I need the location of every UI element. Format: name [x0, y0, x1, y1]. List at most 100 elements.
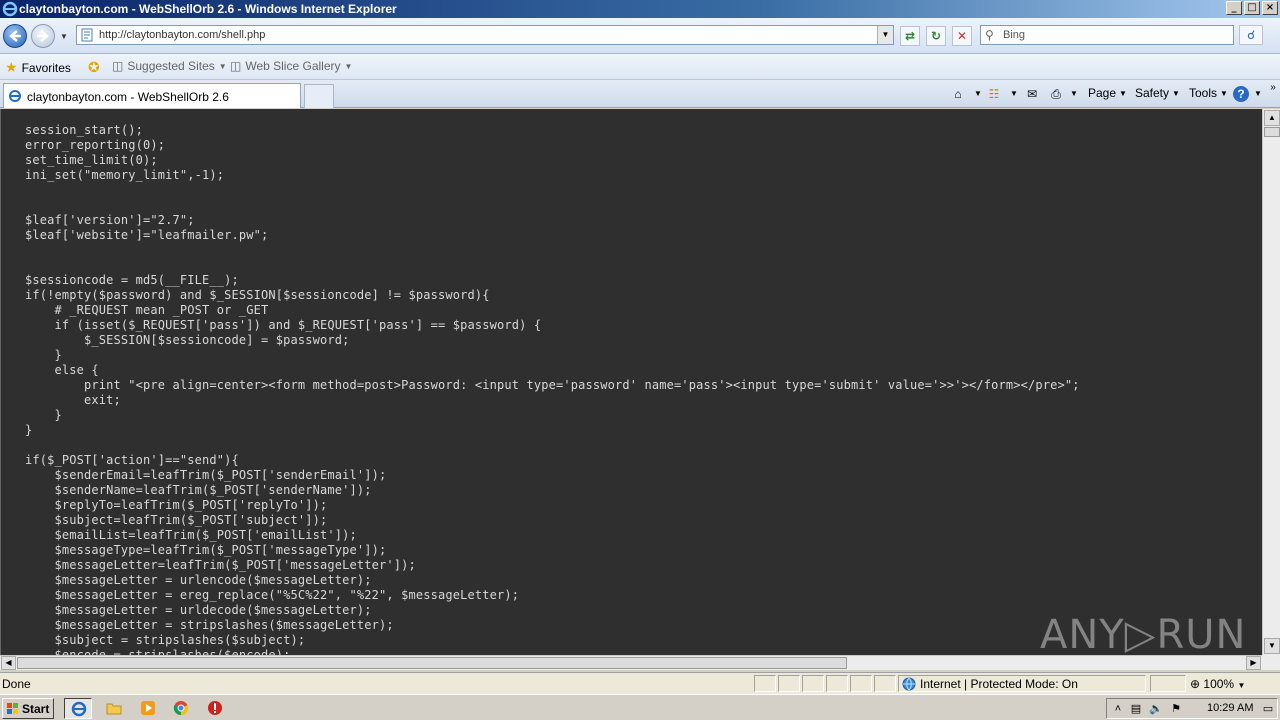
tab-active[interactable]: claytonbayton.com - WebShellOrb 2.6 [3, 83, 301, 108]
page-icon: ◫ [230, 59, 242, 73]
new-tab-button[interactable] [304, 84, 334, 108]
code-line: $messageType=leafTrim($_POST['messageTyp… [25, 543, 387, 557]
code-line: # _REQUEST mean _POST or _GET [25, 303, 269, 317]
web-slice-gallery-label: Web Slice Gallery [245, 59, 341, 73]
rss-feed-icon[interactable]: ☷ [986, 86, 1002, 102]
chevron-down-icon[interactable]: ▼ [1006, 86, 1022, 102]
security-zone[interactable]: Internet | Protected Mode: On [898, 675, 1146, 692]
home-icon[interactable]: ⌂ [950, 86, 966, 102]
tools-menu-label: Tools [1189, 86, 1218, 100]
recent-pages-dropdown-icon[interactable]: ▼ [60, 32, 70, 42]
taskbar-ie-button[interactable] [64, 698, 92, 719]
help-icon[interactable]: ? [1233, 86, 1249, 102]
security-zone-label: Internet | Protected Mode: On [920, 677, 1078, 691]
code-line: if(!empty($password) and $_SESSION[$sess… [25, 288, 490, 302]
read-mail-icon[interactable]: ✉ [1024, 86, 1040, 102]
minimize-button[interactable]: _ [1226, 1, 1242, 15]
tools-menu[interactable]: Tools ▼ [1189, 86, 1228, 100]
horizontal-scroll-thumb[interactable] [17, 657, 847, 669]
windows-logo-icon [7, 703, 18, 714]
chrome-icon [173, 701, 189, 716]
code-line: $subject = stripslashes($subject); [25, 633, 306, 647]
taskbar: Start ˄ ▤ 🔈 ⚑ 10:29 AM ▭ [0, 694, 1280, 720]
print-icon[interactable]: ⎙ [1048, 86, 1064, 102]
bing-search-icon: ⚲ [985, 28, 994, 42]
address-dropdown-icon[interactable]: ▼ [877, 26, 893, 44]
code-line: if($_POST['action']=="send"){ [25, 453, 239, 467]
scroll-down-icon[interactable]: ▼ [1264, 638, 1280, 654]
forward-button[interactable] [31, 24, 55, 48]
code-line: $sessioncode = md5(__FILE__); [25, 273, 239, 287]
zoom-level[interactable]: ⊕ 100% ▼ [1190, 677, 1245, 691]
compatibility-view-icon[interactable]: ⇄ [900, 26, 920, 46]
stop-icon[interactable]: ✕ [952, 26, 972, 46]
web-slice-gallery-button[interactable]: ◫ Web Slice Gallery ▼ [230, 59, 352, 73]
address-row: ▼ http://claytonbayton.com/shell.php ▼ ⇄… [0, 18, 1280, 54]
refresh-icon[interactable]: ↻ [926, 26, 946, 46]
code-line: if (isset($_REQUEST['pass']) and $_REQUE… [25, 318, 542, 332]
safety-menu-label: Safety [1135, 86, 1170, 100]
tab-label: claytonbayton.com - WebShellOrb 2.6 [27, 90, 229, 104]
ie-icon [71, 701, 87, 717]
start-label: Start [22, 702, 50, 716]
taskbar-media-player-button[interactable] [134, 698, 162, 719]
code-line: $leaf['version']="2.7"; [25, 213, 195, 227]
volume-icon[interactable]: 🔈 [1149, 702, 1163, 716]
close-button[interactable]: × [1262, 1, 1278, 15]
code-line: $senderName=leafTrim($_POST['senderName'… [25, 483, 372, 497]
forward-arrow-icon [37, 30, 49, 42]
action-center-flag-icon[interactable]: ⚑ [1169, 702, 1183, 716]
show-desktop-icon[interactable]: ▭ [1261, 702, 1275, 716]
clock[interactable]: 10:29 AM [1207, 702, 1253, 714]
search-button[interactable]: ☌ [1239, 25, 1263, 45]
favorites-label: Favorites [21, 60, 71, 75]
page-menu[interactable]: Page ▼ [1088, 86, 1127, 100]
code-line: else { [25, 363, 99, 377]
code-line: $emailList=leafTrim($_POST['emailList'])… [25, 528, 357, 542]
media-player-icon [141, 701, 155, 715]
search-input[interactable]: ⚲ Bing [980, 25, 1234, 45]
chevron-down-icon[interactable]: ▼ [970, 86, 986, 102]
system-tray: ˄ ▤ 🔈 ⚑ 10:29 AM ▭ [1106, 698, 1278, 719]
back-button[interactable] [3, 24, 27, 48]
scroll-right-icon[interactable]: ▶ [1246, 656, 1261, 670]
more-commands-icon[interactable]: » [1265, 80, 1280, 96]
scroll-up-icon[interactable]: ▲ [1264, 110, 1280, 126]
start-button[interactable]: Start [2, 698, 54, 719]
vertical-scroll-thumb[interactable] [1264, 127, 1280, 137]
favorites-button[interactable]: ★ Favorites [5, 59, 71, 76]
network-icon[interactable]: ▤ [1129, 702, 1143, 716]
code-line: $senderEmail=leafTrim($_POST['senderEmai… [25, 468, 387, 482]
favorites-bar: ★ Favorites ✪ ◫ Suggested Sites ▼ ◫ Web … [0, 54, 1280, 80]
status-text: Done [2, 677, 31, 691]
chevron-down-icon: ▼ [1119, 88, 1127, 98]
address-url[interactable]: http://claytonbayton.com/shell.php [99, 29, 265, 41]
alert-icon [208, 701, 222, 715]
page-menu-label: Page [1088, 86, 1117, 100]
safety-menu[interactable]: Safety ▼ [1135, 86, 1180, 100]
taskbar-chrome-button[interactable] [167, 698, 195, 719]
add-favorite-icon: ✪ [88, 59, 100, 75]
code-line: } [25, 348, 62, 362]
globe-icon [902, 677, 916, 691]
code-line: $subject=leafTrim($_POST['subject']); [25, 513, 328, 527]
chevron-down-icon[interactable]: ▼ [1066, 86, 1082, 102]
add-favorite-button[interactable]: ✪ [88, 59, 100, 76]
code-line: $messageLetter=leafTrim($_POST['messageL… [25, 558, 416, 572]
vertical-scrollbar[interactable]: ▲ ▼ [1262, 109, 1280, 655]
code-line: $encode = stripslashes($encode); [25, 648, 291, 655]
taskbar-explorer-button[interactable] [100, 698, 128, 719]
address-bar[interactable]: http://claytonbayton.com/shell.php ▼ [76, 25, 894, 45]
restore-button[interactable]: □ [1244, 1, 1260, 15]
folder-icon [106, 703, 122, 715]
code-line: } [25, 408, 62, 422]
scroll-left-icon[interactable]: ◀ [1, 656, 16, 670]
suggested-sites-button[interactable]: ◫ Suggested Sites ▼ [112, 59, 227, 73]
status-bar: Done Internet | Protected Mode: On ⊕ 100… [0, 672, 1280, 694]
code-line: $messageLetter = ereg_replace("%5C%22", … [25, 588, 520, 602]
chevron-down-icon[interactable]: ▼ [1250, 86, 1266, 102]
chevron-down-icon: ▼ [1172, 88, 1180, 98]
taskbar-security-app-button[interactable] [201, 698, 229, 719]
protected-mode-lock-icon[interactable] [1150, 675, 1186, 692]
show-hidden-icons-icon[interactable]: ˄ [1111, 702, 1125, 716]
